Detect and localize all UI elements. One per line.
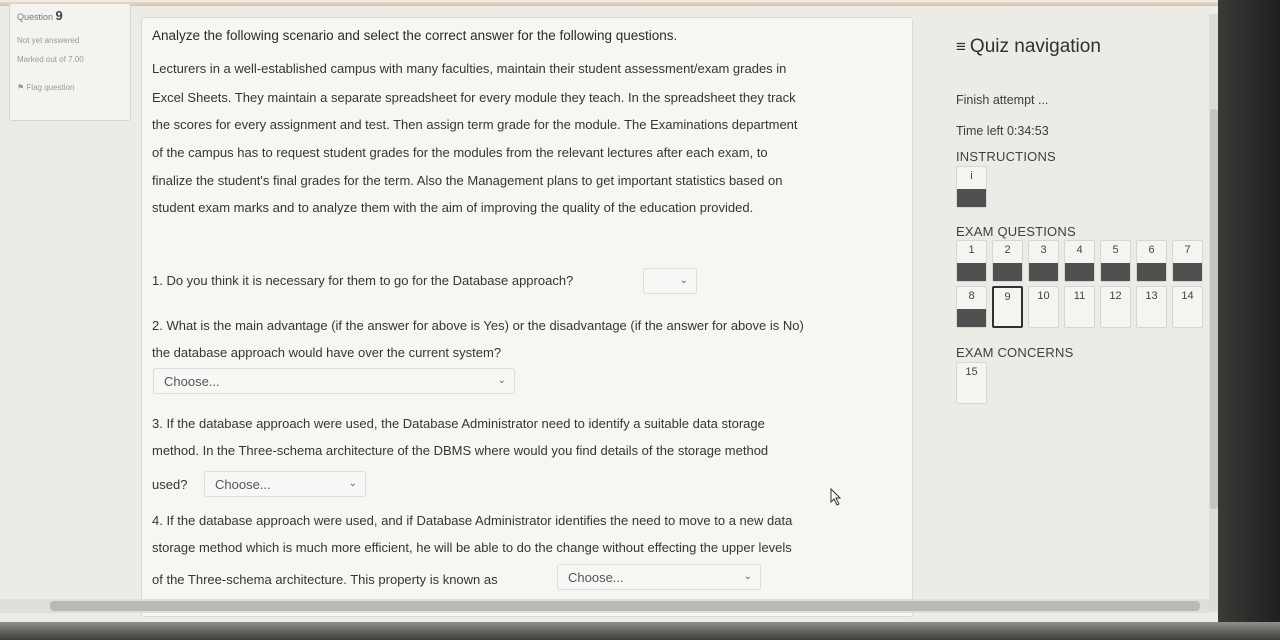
- q4-select[interactable]: Choose... ⌄: [557, 564, 761, 590]
- q1-select[interactable]: ⌄: [643, 268, 697, 294]
- question-nav-button-2[interactable]: 2: [992, 240, 1023, 282]
- time-left-label: Time left: [956, 124, 1004, 138]
- question-nav-button-12[interactable]: 12: [1100, 286, 1131, 328]
- question-nav-label: 11: [1073, 290, 1086, 302]
- exam-concerns-heading: EXAM CONCERNS: [956, 345, 1074, 360]
- question-info-box: Question 9 Not yet answered Marked out o…: [9, 3, 131, 121]
- question-nav-button-13[interactable]: 13: [1136, 286, 1167, 328]
- finish-attempt-link[interactable]: Finish attempt ...: [956, 93, 1048, 107]
- quiz-navigation-label: Quiz navigation: [969, 36, 1101, 57]
- question-nav-button-7[interactable]: 7: [1172, 240, 1203, 282]
- question-nav-label: 13: [1145, 290, 1158, 302]
- question-marks: Marked out of 7.00: [17, 55, 84, 64]
- question-content: Analyze the following scenario and selec…: [141, 17, 913, 617]
- question-nav-label: 1: [968, 244, 975, 256]
- chevron-down-icon: ⌄: [743, 571, 752, 582]
- q2-select-value: Choose...: [164, 374, 220, 389]
- scenario-line-5: finalize the student's final grades for …: [152, 173, 783, 188]
- menu-icon: ≡: [956, 37, 966, 56]
- q2-text-line-1: 2. What is the main advantage (if the an…: [152, 318, 804, 333]
- answered-bar: [957, 263, 986, 281]
- question-nav-label: 5: [1112, 244, 1119, 256]
- scenario-line-2: Excel Sheets. They maintain a separate s…: [152, 90, 796, 105]
- question-number: Question 9: [17, 8, 123, 23]
- flag-icon: ⚑: [17, 83, 25, 92]
- answered-bar: [957, 189, 986, 207]
- answered-bar: [1173, 263, 1202, 281]
- q3-select[interactable]: Choose... ⌄: [204, 471, 366, 497]
- chevron-down-icon: ⌄: [679, 275, 688, 286]
- question-nav-button-5[interactable]: 5: [1100, 240, 1131, 282]
- question-nav-label: 3: [1040, 244, 1047, 256]
- mouse-cursor-icon: [830, 488, 842, 506]
- question-nav-button-14[interactable]: 14: [1172, 286, 1203, 328]
- question-nav-label: 14: [1181, 290, 1194, 302]
- question-label: Question: [17, 12, 54, 22]
- q1-text: 1. Do you think it is necessary for them…: [152, 273, 574, 288]
- answered-bar: [1065, 263, 1094, 281]
- scenario-line-3: the scores for every assignment and test…: [152, 117, 798, 132]
- question-nav-button-1[interactable]: 1: [956, 240, 987, 282]
- horizontal-scrollbar-thumb[interactable]: [50, 601, 1200, 611]
- chevron-down-icon: ⌄: [348, 478, 357, 489]
- question-nav-button-3[interactable]: 3: [1028, 240, 1059, 282]
- question-nav-label: 4: [1076, 244, 1083, 256]
- exam-questions-heading: EXAM QUESTIONS: [956, 224, 1076, 239]
- monitor-bezel-bottom: [0, 622, 1280, 640]
- answered-bar: [993, 263, 1022, 281]
- flag-question-link[interactable]: ⚑ Flag question: [17, 83, 123, 92]
- question-nav-label: 15: [965, 366, 978, 378]
- q3-text-line-3: used?: [152, 477, 188, 492]
- q4-text-line-2: storage method which is much more effici…: [152, 540, 792, 555]
- instructions-button-label: i: [970, 170, 973, 182]
- time-left-value: 0:34:53: [1006, 124, 1049, 138]
- quiz-navigation-title: ≡ Quiz navigation: [956, 36, 1101, 58]
- question-nav-button-8[interactable]: 8: [956, 286, 987, 328]
- question-nav-button-6[interactable]: 6: [1136, 240, 1167, 282]
- answered-bar: [1137, 263, 1166, 281]
- q3-text-line-1: 3. If the database approach were used, t…: [152, 416, 765, 431]
- chevron-down-icon: ⌄: [497, 375, 506, 386]
- scenario-line-4: of the campus has to request student gra…: [152, 145, 768, 160]
- instructions-heading: INSTRUCTIONS: [956, 149, 1056, 164]
- question-title: Analyze the following scenario and selec…: [152, 28, 678, 43]
- question-number-value: 9: [55, 8, 63, 23]
- answered-bar: [957, 309, 986, 327]
- question-nav-button-4[interactable]: 4: [1064, 240, 1095, 282]
- question-nav-label: 10: [1037, 290, 1050, 302]
- question-nav-button-9-current[interactable]: 9: [992, 286, 1023, 328]
- question-nav-label: 2: [1004, 244, 1011, 256]
- question-nav-label: 7: [1184, 244, 1191, 256]
- question-status: Not yet answered: [17, 36, 80, 45]
- question-nav-button-10[interactable]: 10: [1028, 286, 1059, 328]
- q4-text-line-3: of the Three-schema architecture. This p…: [152, 572, 498, 587]
- q3-select-value: Choose...: [215, 477, 271, 492]
- question-nav-label: 6: [1148, 244, 1155, 256]
- question-nav-label: 12: [1109, 290, 1122, 302]
- question-nav-label: 8: [968, 290, 975, 302]
- q3-text-line-2: method. In the Three-schema architecture…: [152, 443, 769, 458]
- flag-question-label: Flag question: [26, 83, 75, 92]
- monitor-bezel-right: [1218, 0, 1280, 640]
- quiz-navigation-panel: ≡ Quiz navigation Finish attempt ... Time…: [940, 0, 1210, 600]
- q2-text-line-2: the database approach would have over th…: [152, 345, 502, 360]
- instructions-button[interactable]: i: [956, 166, 987, 208]
- question-nav-button-11[interactable]: 11: [1064, 286, 1095, 328]
- answered-bar: [1029, 263, 1058, 281]
- q2-select[interactable]: Choose... ⌄: [153, 368, 515, 394]
- q4-select-value: Choose...: [568, 570, 624, 585]
- answered-bar: [1101, 263, 1130, 281]
- question-nav-button-15[interactable]: 15: [956, 362, 987, 404]
- screen: Question 9 Not yet answered Marked out o…: [0, 0, 1222, 628]
- question-nav-label: 9: [1004, 291, 1011, 303]
- q4-text-line-1: 4. If the database approach were used, a…: [152, 513, 793, 528]
- time-left: Time left 0:34:53: [956, 124, 1049, 138]
- vertical-scrollbar-thumb[interactable]: [1210, 109, 1218, 509]
- horizontal-scrollbar[interactable]: [0, 599, 1209, 613]
- scenario-line-1: Lecturers in a well-established campus w…: [152, 61, 787, 76]
- scenario-line-6: student exam marks and to analyze them w…: [152, 200, 754, 215]
